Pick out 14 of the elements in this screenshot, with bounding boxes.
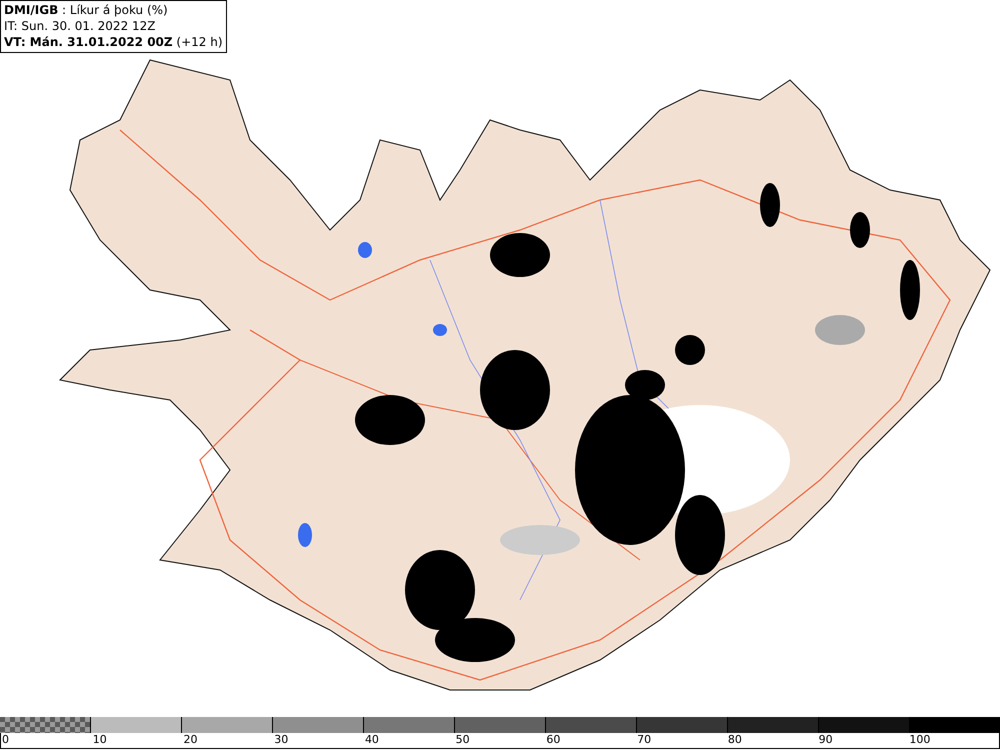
- legend-label: 70: [636, 733, 652, 746]
- legend-label: 10: [92, 733, 107, 746]
- issue-time: IT: Sun. 30. 01. 2022 12Z: [4, 18, 157, 34]
- valid-time: VT: Mán. 31.01.2022 00Z (+12 h): [4, 34, 223, 50]
- legend-label: 0: [1, 733, 9, 746]
- legend-label: 90: [818, 733, 833, 746]
- map-title: DMI/IGB : Líkur á þoku (%): [4, 2, 169, 18]
- legend-label: 50: [454, 733, 470, 746]
- legend-label: 60: [545, 733, 560, 746]
- legend-label: 40: [364, 733, 379, 746]
- legend-label: 20: [182, 733, 198, 746]
- legend-label: 100: [908, 733, 930, 746]
- legend-label: 30: [273, 733, 288, 746]
- legend-label: 80: [726, 733, 742, 746]
